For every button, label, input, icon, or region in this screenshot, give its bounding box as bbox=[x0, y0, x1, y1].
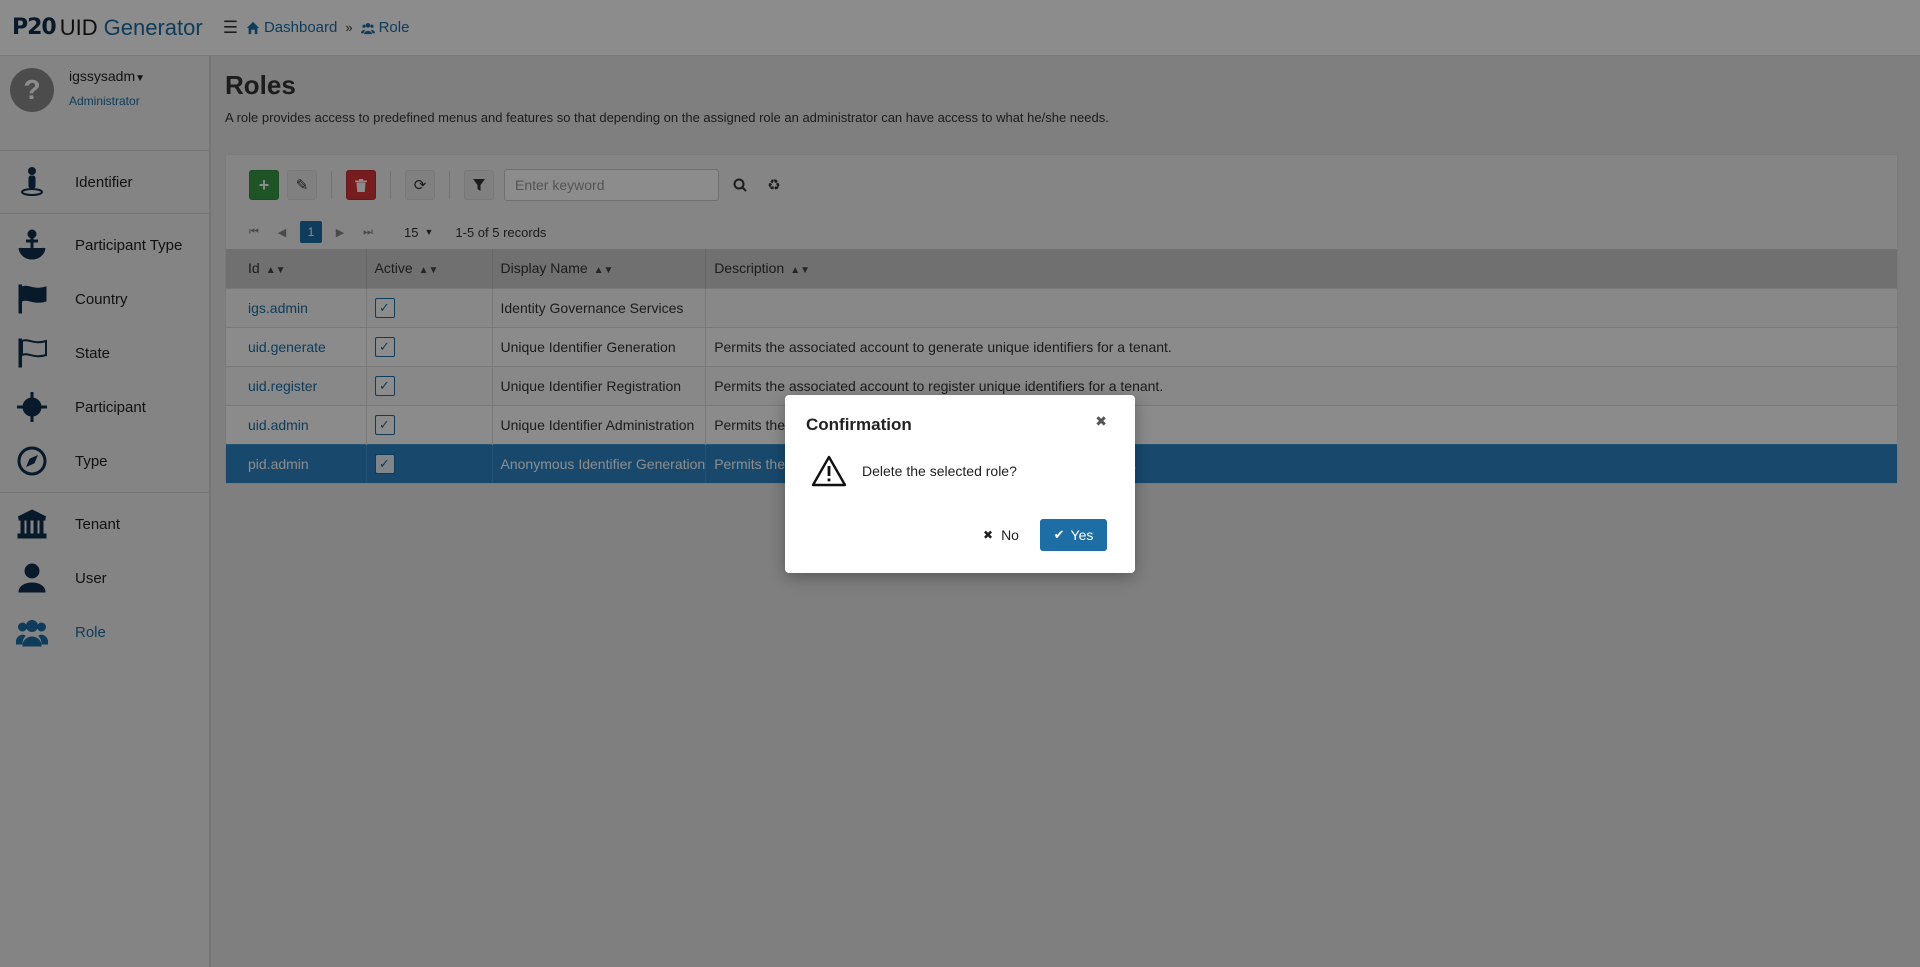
dialog-title: Confirmation bbox=[806, 415, 912, 434]
dialog-message: Delete the selected role? bbox=[862, 463, 1017, 479]
no-button-label: No bbox=[1001, 527, 1019, 543]
close-icon: ✖ bbox=[983, 528, 994, 542]
check-icon: ✔ bbox=[1053, 527, 1065, 542]
no-button[interactable]: ✖ No bbox=[977, 519, 1025, 551]
confirmation-dialog: Confirmation ✖ Delete the selected role?… bbox=[785, 395, 1135, 573]
yes-button-label: Yes bbox=[1070, 527, 1094, 543]
yes-button[interactable]: ✔ Yes bbox=[1040, 519, 1107, 551]
close-icon[interactable]: ✖ bbox=[1095, 413, 1107, 430]
warning-icon bbox=[811, 455, 847, 487]
